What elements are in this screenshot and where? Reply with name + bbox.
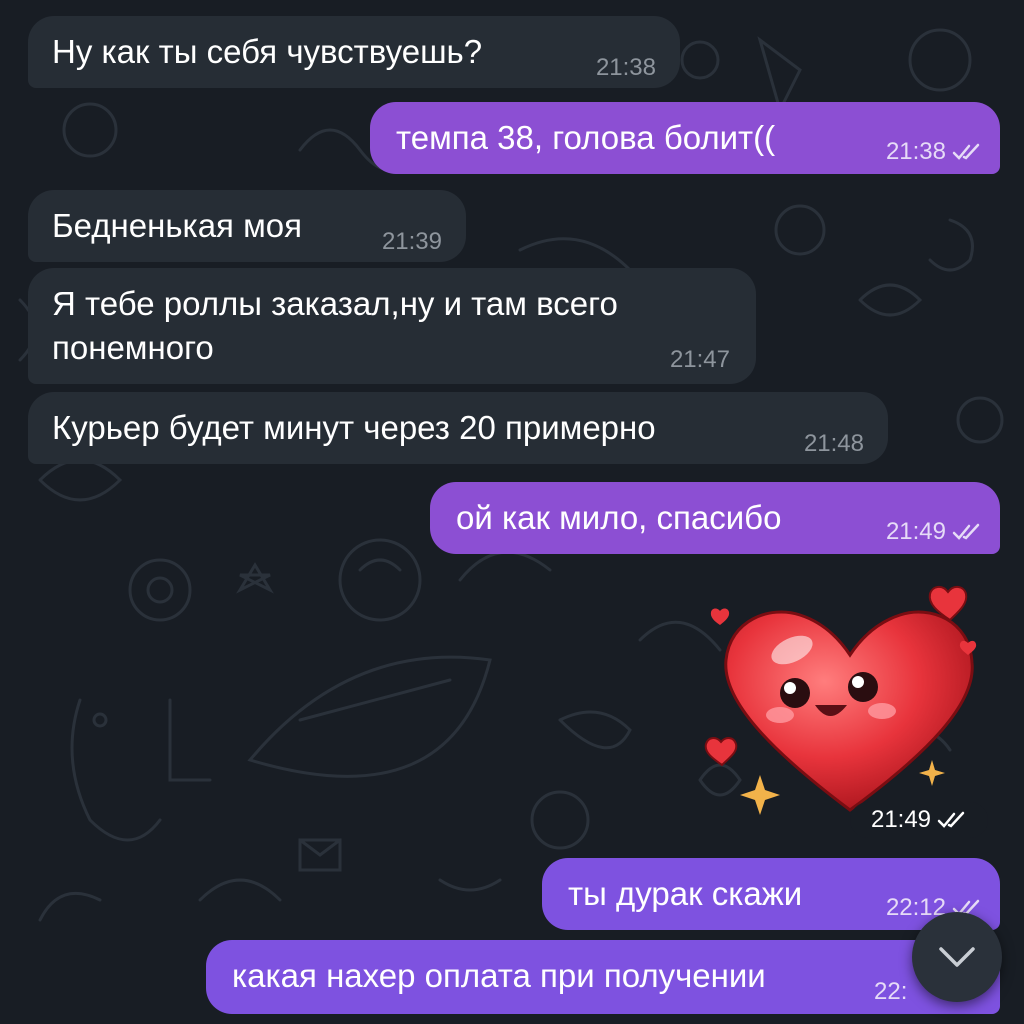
- double-check-icon: [952, 143, 980, 160]
- message-meta: 22:: [874, 980, 907, 1004]
- message-time: 21:49: [885, 518, 946, 545]
- double-check-icon: [952, 523, 980, 540]
- message-incoming[interactable]: Бедненькая моя 21:39: [28, 190, 466, 262]
- message-time: 21:48: [803, 430, 864, 457]
- double-check-icon: [937, 811, 965, 828]
- message-text: Ну как ты себя чувствуешь?: [52, 33, 483, 70]
- message-incoming[interactable]: Ну как ты себя чувствуешь? 21:38: [28, 16, 680, 88]
- message-meta: 21:49: [886, 520, 982, 544]
- message-outgoing[interactable]: какая нахер оплата при получении 22:: [206, 940, 1000, 1014]
- message-text: ой как мило, спасибо: [456, 499, 782, 536]
- chevron-down-icon: [939, 947, 975, 967]
- sticker-message[interactable]: 21:49: [700, 575, 1000, 840]
- message-time: 22:: [874, 978, 908, 1005]
- smiling-heart-sticker: [704, 586, 977, 815]
- message-incoming[interactable]: Я тебе роллы заказал,ну и там всего поне…: [28, 268, 756, 384]
- message-text: Бедненькая моя: [52, 207, 302, 244]
- message-time: 21:38: [885, 138, 946, 165]
- message-outgoing[interactable]: ой как мило, спасибо 21:49: [430, 482, 1000, 554]
- message-time: 21:49: [870, 806, 932, 833]
- message-time: 21:47: [669, 346, 730, 373]
- message-text: темпа 38, голова болит((: [396, 119, 776, 156]
- message-text-line-1: Я тебе роллы заказал,ну и там всего: [52, 285, 618, 322]
- sticker-time-badge: 21:49: [850, 802, 988, 838]
- message-incoming[interactable]: Курьер будет минут через 20 примерно 21:…: [28, 392, 888, 464]
- message-time: 21:39: [381, 228, 442, 255]
- message-text: Курьер будет минут через 20 примерно: [52, 409, 656, 446]
- message-text-line-2: понемного: [52, 329, 214, 366]
- scroll-down-button[interactable]: [912, 912, 1002, 1002]
- message-text: какая нахер оплата при получении: [232, 957, 766, 994]
- message-meta: 21:38: [886, 140, 982, 164]
- message-outgoing[interactable]: темпа 38, голова болит(( 21:38: [370, 102, 1000, 174]
- message-text: ты дурак скажи: [568, 875, 803, 912]
- message-time: 21:38: [595, 54, 656, 81]
